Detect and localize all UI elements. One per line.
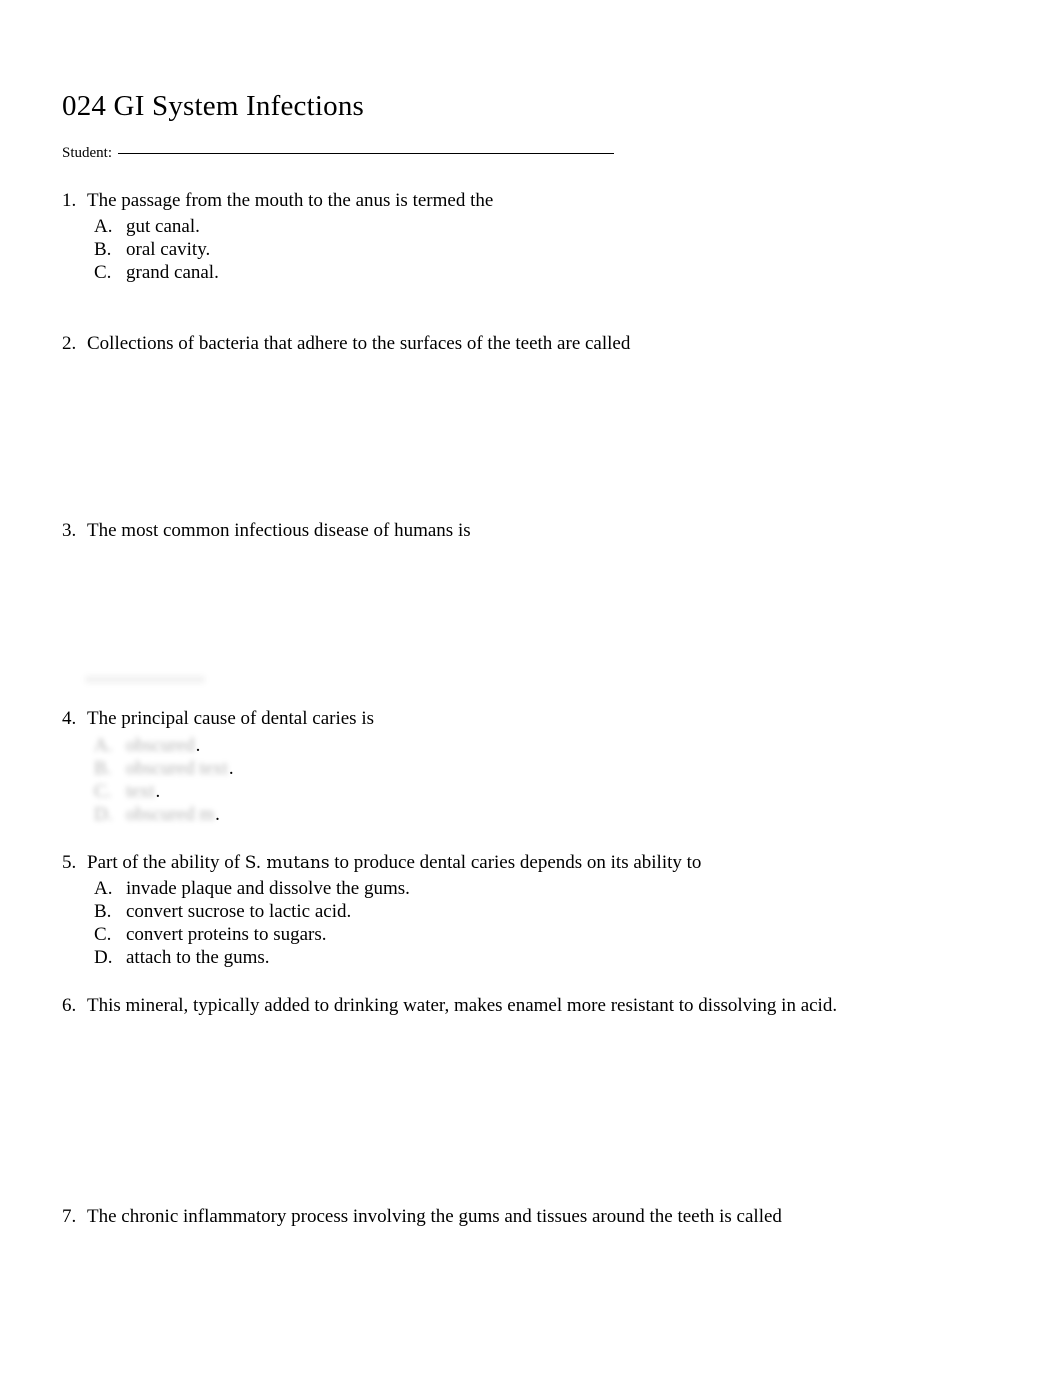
question-3: 3. The most common infectious disease of… <box>62 518 1022 544</box>
question-5-options: A. invade plaque and dissolve the gums. … <box>62 877 1022 969</box>
option-letter: B. <box>94 901 112 922</box>
question-7-number: 7. <box>62 1206 77 1227</box>
species-name: S. mutans <box>244 853 330 873</box>
option-letter: C. <box>94 262 112 283</box>
option-letter: A. <box>94 735 113 756</box>
question-4-number: 4. <box>62 708 77 729</box>
student-name-input[interactable] <box>118 152 615 154</box>
question-4-option-a[interactable]: A. obscured . <box>94 734 1022 757</box>
question-2: 2. Collections of bacteria that adhere t… <box>62 331 1022 357</box>
question-6-number: 6. <box>62 995 77 1016</box>
question-2-text: Collections of bacteria that adhere to t… <box>87 333 631 354</box>
question-4-option-b[interactable]: B. obscured text . <box>94 757 1022 780</box>
question-1: 1. The passage from the mouth to the anu… <box>62 188 1022 284</box>
option-period: . <box>215 804 220 825</box>
option-label: convert sucrose to lactic acid. <box>126 901 352 922</box>
question-1-prompt: 1. The passage from the mouth to the anu… <box>62 188 1022 214</box>
option-label: gut canal. <box>126 216 200 237</box>
option-letter: C. <box>94 781 112 802</box>
student-field-row: Student: <box>62 143 615 163</box>
option-label: oral cavity. <box>126 239 211 260</box>
question-5-number: 5. <box>62 852 77 873</box>
question-1-option-b[interactable]: B. oral cavity. <box>94 238 1022 261</box>
question-7-prompt: 7. The chronic inflammatory process invo… <box>62 1204 1022 1230</box>
question-6-text: This mineral, typically added to drinkin… <box>87 995 838 1016</box>
question-4: 4. The principal cause of dental caries … <box>62 706 1022 826</box>
question-4-prompt: 4. The principal cause of dental caries … <box>62 706 1022 732</box>
question-1-options: A. gut canal. B. oral cavity. C. grand c… <box>62 215 1022 284</box>
option-letter: A. <box>94 878 113 899</box>
option-period: . <box>228 758 234 779</box>
question-5-option-a[interactable]: A. invade plaque and dissolve the gums. <box>94 877 1022 900</box>
option-letter: C. <box>94 924 112 945</box>
question-3-text: The most common infectious disease of hu… <box>87 520 471 541</box>
question-2-number: 2. <box>62 333 77 354</box>
obscured-text-smudge <box>85 676 205 683</box>
option-label: grand canal. <box>126 262 219 283</box>
question-4-option-c[interactable]: C. text . <box>94 780 1022 803</box>
option-period: . <box>195 735 201 756</box>
option-label: convert proteins to sugars. <box>126 924 327 945</box>
question-7: 7. The chronic inflammatory process invo… <box>62 1204 1022 1230</box>
question-6: 6. This mineral, typically added to drin… <box>62 993 1022 1019</box>
question-5-text-before: Part of the ability of <box>87 852 245 873</box>
option-letter: A. <box>94 216 113 237</box>
option-period: . <box>155 781 161 802</box>
question-1-text: The passage from the mouth to the anus i… <box>87 190 494 211</box>
question-1-option-a[interactable]: A. gut canal. <box>94 215 1022 238</box>
student-label: Student: <box>62 145 113 161</box>
page-title: 024 GI System Infections <box>62 90 365 123</box>
option-label: obscured <box>126 735 195 756</box>
option-label: obscured m <box>126 804 215 825</box>
question-7-text: The chronic inflammatory process involvi… <box>87 1206 782 1227</box>
option-letter: D. <box>94 947 113 968</box>
option-label: attach to the gums. <box>126 947 270 968</box>
option-label: text <box>126 781 155 802</box>
question-3-prompt: 3. The most common infectious disease of… <box>62 518 1022 544</box>
question-1-number: 1. <box>62 190 77 211</box>
question-5-prompt: 5. Part of the ability of S. mutans to p… <box>62 850 1022 876</box>
option-label: obscured text <box>126 758 228 779</box>
question-5-option-d[interactable]: D. attach to the gums. <box>94 946 1022 969</box>
question-4-options-obscured: A. obscured . B. obscured text . C. text… <box>62 734 1022 826</box>
question-3-number: 3. <box>62 520 77 541</box>
document-page: 024 GI System Infections Student: 1. The… <box>0 0 1062 1377</box>
question-5: 5. Part of the ability of S. mutans to p… <box>62 850 1022 969</box>
question-2-prompt: 2. Collections of bacteria that adhere t… <box>62 331 1022 357</box>
question-6-prompt: 6. This mineral, typically added to drin… <box>62 993 1022 1019</box>
option-letter: B. <box>94 758 112 779</box>
option-label: invade plaque and dissolve the gums. <box>126 878 410 899</box>
question-5-text: Part of the ability of S. mutans to prod… <box>87 850 701 876</box>
question-4-option-d[interactable]: D. obscured m . <box>94 803 1022 826</box>
question-5-option-b[interactable]: B. convert sucrose to lactic acid. <box>94 900 1022 923</box>
question-1-option-c[interactable]: C. grand canal. <box>94 261 1022 284</box>
option-letter: D. <box>94 804 113 825</box>
option-letter: B. <box>94 239 112 260</box>
question-5-text-after: to produce dental caries depends on its … <box>329 852 702 873</box>
question-5-option-c[interactable]: C. convert proteins to sugars. <box>94 923 1022 946</box>
question-4-text: The principal cause of dental caries is <box>87 708 374 729</box>
